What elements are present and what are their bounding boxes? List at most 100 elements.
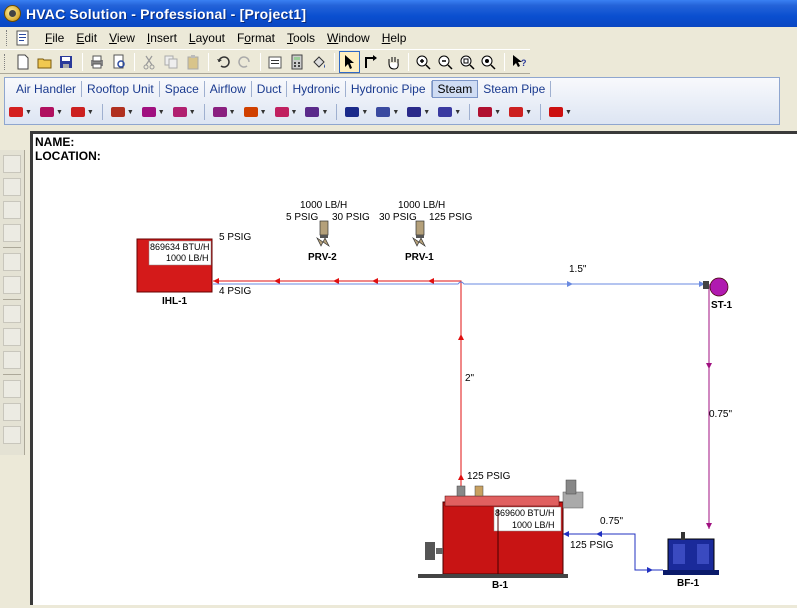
equipment-tool-1-icon[interactable]: ▼ (9, 107, 32, 117)
align-right-icon[interactable] (3, 201, 21, 219)
equipment-tool-6-icon[interactable]: ▼ (172, 107, 196, 117)
chevron-down-icon[interactable]: ▼ (25, 109, 32, 116)
tab-duct[interactable]: Duct (252, 81, 288, 97)
calculator-icon[interactable] (287, 51, 308, 73)
equipment-tool-17-icon[interactable]: ▼ (549, 107, 572, 117)
equipment-symbol-icon (141, 107, 156, 117)
same-width-icon[interactable] (3, 351, 21, 369)
equipment-tool-13-icon[interactable]: ▼ (407, 107, 430, 117)
chevron-down-icon[interactable]: ▼ (127, 109, 134, 116)
tab-air-handler[interactable]: Air Handler (11, 81, 83, 97)
menu-file[interactable]: File (39, 29, 70, 47)
prv-2-valve[interactable] (316, 220, 330, 248)
drawing-canvas[interactable]: NAME: LOCATION: 869634 BTU/H 1000 LB/H 5… (30, 131, 797, 605)
trap-drop-pipe[interactable] (706, 284, 712, 529)
equipment-tool-4-icon[interactable]: ▼ (110, 107, 134, 117)
align-left-icon[interactable] (3, 155, 21, 173)
menu-grip-handle[interactable] (6, 30, 9, 46)
paste-icon[interactable] (182, 51, 203, 73)
pointer-icon[interactable] (339, 50, 360, 73)
print-icon[interactable] (87, 51, 108, 73)
b-1-boiler[interactable] (418, 479, 584, 578)
equipment-tool-15-icon[interactable]: ▼ (478, 107, 501, 117)
equipment-tool-3-icon[interactable]: ▼ (70, 107, 94, 117)
chevron-down-icon[interactable]: ▼ (87, 109, 94, 116)
feedwater-pipe[interactable] (563, 531, 663, 573)
prv-1-valve[interactable] (412, 220, 426, 248)
undo-icon[interactable] (213, 51, 234, 73)
center-page-icon[interactable] (3, 426, 21, 444)
paint-bucket-icon[interactable] (308, 51, 329, 73)
properties-icon[interactable] (265, 51, 286, 73)
space-vertical-icon[interactable] (3, 328, 21, 346)
tab-airflow[interactable]: Airflow (205, 81, 252, 97)
align-middle-icon[interactable] (3, 253, 21, 271)
equipment-tool-10-icon[interactable]: ▼ (305, 107, 328, 117)
document-menu-icon[interactable] (15, 30, 31, 46)
chevron-down-icon[interactable]: ▼ (565, 109, 572, 116)
zoom-in-icon[interactable] (413, 51, 434, 73)
menu-layout[interactable]: Layout (183, 29, 231, 47)
align-top-icon[interactable] (3, 276, 21, 294)
pipe-draw-icon[interactable] (361, 51, 382, 73)
bf-1-boiler-feed-unit[interactable] (663, 532, 719, 575)
toolbar-grip-handle[interactable] (4, 53, 7, 70)
menu-insert[interactable]: Insert (141, 29, 183, 47)
equipment-tool-7-icon[interactable]: ▼ (212, 107, 236, 117)
tab-space[interactable]: Space (160, 81, 205, 97)
tab-rooftop-unit[interactable]: Rooftop Unit (82, 81, 160, 97)
title-bar[interactable]: HVAC Solution - Professional - [Project1… (0, 0, 797, 27)
chevron-down-icon[interactable]: ▼ (56, 109, 63, 116)
equipment-tool-2-icon[interactable]: ▼ (39, 107, 63, 117)
zoom-extents-icon[interactable] (456, 51, 477, 73)
chevron-down-icon[interactable]: ▼ (229, 109, 236, 116)
tab-hydronic-pipe[interactable]: Hydronic Pipe (346, 81, 432, 97)
condensate-return-pipe[interactable] (213, 281, 705, 287)
equipment-tool-12-icon[interactable]: ▼ (376, 107, 399, 117)
align-bottom-icon[interactable] (3, 224, 21, 242)
space-horizontal-icon[interactable] (3, 305, 21, 323)
chevron-down-icon[interactable]: ▼ (423, 109, 430, 116)
zoom-window-icon[interactable] (478, 51, 499, 73)
chevron-down-icon[interactable]: ▼ (361, 109, 368, 116)
chevron-down-icon[interactable]: ▼ (525, 109, 532, 116)
tab-steam[interactable]: Steam (431, 80, 479, 98)
align-center-icon[interactable] (3, 178, 21, 196)
menu-tools[interactable]: Tools (281, 29, 321, 47)
equipment-tool-8-icon[interactable]: ▼ (243, 107, 267, 117)
copy-icon[interactable] (161, 51, 182, 73)
equipment-tool-5-icon[interactable]: ▼ (141, 107, 165, 117)
steam-supply-pipe[interactable] (213, 278, 464, 489)
chevron-down-icon[interactable]: ▼ (158, 109, 165, 116)
chevron-down-icon[interactable]: ▼ (260, 109, 267, 116)
same-height-icon[interactable] (3, 380, 21, 398)
chevron-down-icon[interactable]: ▼ (454, 109, 461, 116)
tab-hydronic[interactable]: Hydronic (287, 81, 346, 97)
zoom-out-icon[interactable] (435, 51, 456, 73)
menu-edit[interactable]: Edit (70, 29, 103, 47)
hand-pan-icon[interactable] (382, 51, 403, 73)
chevron-down-icon[interactable]: ▼ (189, 109, 196, 116)
cut-icon[interactable] (139, 51, 160, 73)
menu-format[interactable]: Format (231, 29, 281, 47)
redo-icon[interactable] (235, 51, 256, 73)
menu-view[interactable]: View (103, 29, 141, 47)
context-help-icon[interactable]: ? (509, 51, 530, 73)
print-preview-icon[interactable] (108, 51, 129, 73)
chevron-down-icon[interactable]: ▼ (494, 109, 501, 116)
equipment-tool-9-icon[interactable]: ▼ (274, 107, 298, 117)
open-icon[interactable] (35, 51, 56, 73)
equipment-tool-14-icon[interactable]: ▼ (438, 107, 461, 117)
equipment-tool-11-icon[interactable]: ▼ (345, 107, 368, 117)
chevron-down-icon[interactable]: ▼ (392, 109, 399, 116)
menu-help[interactable]: Help (376, 29, 413, 47)
same-size-icon[interactable] (3, 403, 21, 421)
tab-steam-pipe[interactable]: Steam Pipe (478, 81, 552, 97)
save-icon[interactable] (56, 51, 77, 73)
equipment-tool-16-icon[interactable]: ▼ (509, 107, 532, 117)
menu-window[interactable]: Window (321, 29, 376, 47)
chevron-down-icon[interactable]: ▼ (291, 109, 298, 116)
st-1-steam-trap[interactable] (703, 277, 729, 297)
new-icon[interactable] (13, 51, 34, 73)
chevron-down-icon[interactable]: ▼ (321, 109, 328, 116)
